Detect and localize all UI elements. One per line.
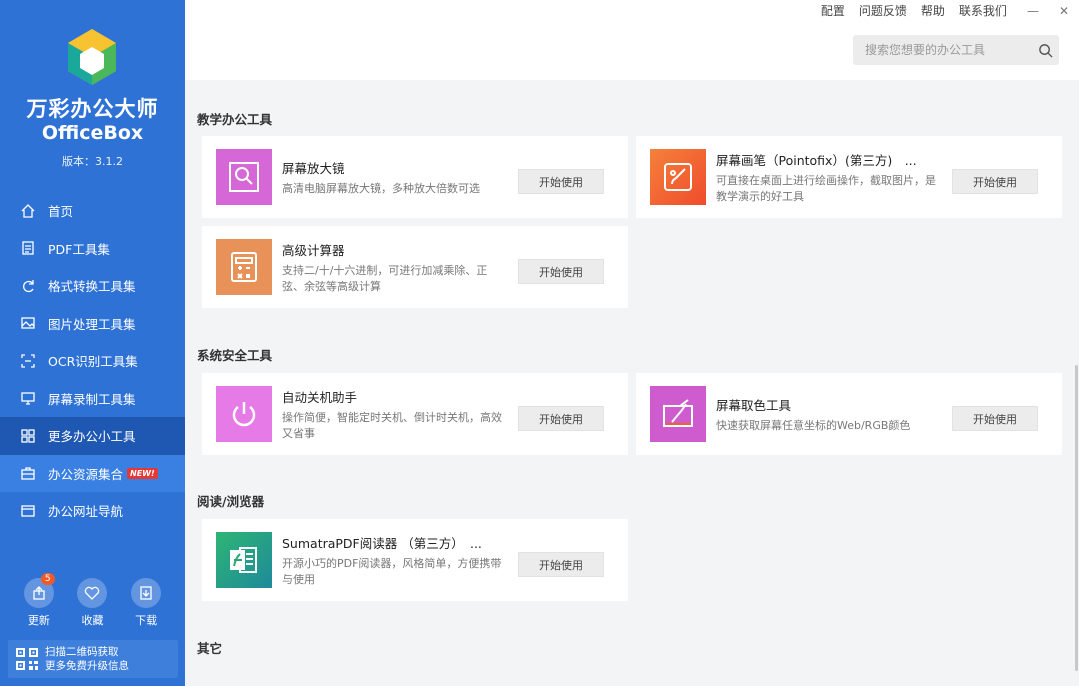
start-button[interactable]: 开始使用	[952, 406, 1038, 431]
monitor-icon	[20, 390, 36, 406]
sidebar-item-resources[interactable]: 办公资源集合 NEW!	[0, 454, 185, 492]
search-input[interactable]	[853, 43, 1031, 57]
pdf-reader-icon	[216, 532, 272, 588]
tool-card-color-picker[interactable]: 屏幕取色工具 快速获取屏幕任意坐标的Web/RGB颜色 开始使用	[636, 373, 1062, 455]
update-count-badge: 5	[40, 573, 55, 585]
download-button[interactable]: 下载	[126, 578, 166, 628]
section-title-other: 其它	[197, 641, 223, 656]
new-badge: NEW!	[127, 467, 158, 479]
sidebar-item-label: PDF工具集	[48, 241, 110, 257]
help-link[interactable]: 帮助	[921, 2, 945, 19]
pdf-icon	[20, 240, 36, 256]
sidebar-bottom-buttons: 5 更新 收藏 下载	[0, 573, 185, 628]
card-desc: 操作简便，智能定时关机、倒计时关机，高效又省事	[282, 410, 502, 440]
qr-promo-bar[interactable]: 扫描二维码获取 更多免费升级信息	[8, 640, 178, 678]
briefcase-icon	[20, 465, 36, 481]
top-bar: 配置 问题反馈 帮助 联系我们 — ✕	[185, 0, 1079, 80]
sidebar-item-pdf[interactable]: PDF工具集	[0, 230, 185, 268]
image-icon	[20, 315, 36, 331]
tool-card-shutdown[interactable]: 自动关机助手 操作简便，智能定时关机、倒计时关机，高效又省事 开始使用	[202, 373, 628, 455]
magnifier-icon	[216, 149, 272, 205]
power-icon	[216, 386, 272, 442]
app-name: 万彩办公大师	[26, 97, 159, 121]
close-button[interactable]: ✕	[1059, 4, 1069, 18]
update-label: 更新	[27, 614, 50, 627]
sidebar-item-label: 屏幕录制工具集	[48, 391, 136, 407]
update-button[interactable]: 5 更新	[19, 573, 59, 628]
sidebar: 万彩办公大师 OfficeBox 版本：3.1.2 首页 PDF工具集 格式转换…	[0, 0, 185, 686]
officebox-logo	[68, 29, 116, 85]
ocr-icon	[20, 353, 36, 369]
qr-line-2: 更多免费升级信息	[45, 660, 129, 672]
card-desc: 支持二/十/十六进制，可进行加减乘除、正弦、余弦等高级计算	[282, 263, 488, 293]
app-name-en: OfficeBox	[41, 122, 144, 144]
start-button[interactable]: 开始使用	[518, 406, 604, 431]
favorite-label: 收藏	[81, 614, 104, 627]
start-button[interactable]: 开始使用	[518, 259, 604, 284]
tool-card-magnifier[interactable]: 屏幕放大镜 高清电脑屏幕放大镜，多种放大倍数可选 开始使用	[202, 136, 628, 218]
sidebar-item-image[interactable]: 图片处理工具集	[0, 305, 185, 343]
sidebar-nav: 首页 PDF工具集 格式转换工具集 图片处理工具集 OCR识别工具集 屏幕录制工…	[0, 192, 185, 530]
tool-card-calculator[interactable]: 高级计算器 支持二/十/十六进制，可进行加减乘除、正弦、余弦等高级计算 开始使用	[202, 226, 628, 308]
download-label: 下载	[135, 614, 158, 627]
heart-icon	[77, 578, 108, 608]
minimize-button[interactable]: —	[1027, 4, 1039, 18]
eyedropper-icon	[650, 386, 706, 442]
section-title-teaching: 教学办公工具	[197, 112, 273, 127]
card-desc: 开源小巧的PDF阅读器，风格简单，方便携带与使用	[282, 556, 502, 586]
vertical-scrollbar[interactable]	[1075, 365, 1078, 671]
sidebar-item-label: OCR识别工具集	[48, 354, 138, 370]
start-button[interactable]: 开始使用	[518, 169, 604, 194]
qr-text: 扫描二维码获取 更多免费升级信息	[45, 645, 129, 673]
card-desc: 高清电脑屏幕放大镜，多种放大倍数可选	[282, 181, 480, 195]
card-title: 屏幕画笔（Pointofix）(第三方) ...	[716, 152, 917, 168]
sidebar-item-label: 办公网址导航	[48, 504, 124, 520]
browser-icon	[20, 503, 36, 519]
sidebar-item-record[interactable]: 屏幕录制工具集	[0, 380, 185, 418]
main-content: 教学办公工具 屏幕放大镜 高清电脑屏幕放大镜，多种放大倍数可选 开始使用 屏幕画…	[185, 80, 1079, 686]
calculator-icon	[216, 239, 272, 295]
card-title: 屏幕放大镜	[282, 160, 345, 176]
feedback-link[interactable]: 问题反馈	[859, 2, 907, 19]
sidebar-item-label: 图片处理工具集	[48, 316, 136, 332]
search-box	[853, 35, 1059, 65]
card-desc: 可直接在桌面上进行绘画操作，截取图片，是教学演示的好工具	[716, 173, 936, 203]
sidebar-item-home[interactable]: 首页	[0, 192, 185, 230]
section-title-security: 系统安全工具	[197, 348, 273, 363]
app-version: 版本：3.1.2	[62, 155, 123, 168]
paint-brush-icon	[650, 149, 706, 205]
sidebar-item-label: 首页	[48, 204, 74, 220]
qr-code-icon	[16, 648, 38, 670]
card-desc: 快速获取屏幕任意坐标的Web/RGB颜色	[716, 418, 911, 432]
sidebar-item-label: 更多办公小工具	[48, 429, 136, 445]
card-title: 自动关机助手	[282, 389, 358, 405]
card-title: 屏幕取色工具	[716, 397, 792, 413]
start-button[interactable]: 开始使用	[952, 169, 1038, 194]
contact-link[interactable]: 联系我们	[959, 2, 1007, 19]
sidebar-item-label: 办公资源集合	[48, 466, 124, 482]
section-title-reader: 阅读/浏览器	[197, 494, 265, 509]
home-icon	[20, 203, 36, 219]
tool-card-pointofix[interactable]: 屏幕画笔（Pointofix）(第三方) ... 可直接在桌面上进行绘画操作，截…	[636, 136, 1062, 218]
sidebar-item-nav-sites[interactable]: 办公网址导航	[0, 492, 185, 530]
sidebar-item-more-tools[interactable]: 更多办公小工具	[0, 417, 185, 455]
sidebar-item-convert[interactable]: 格式转换工具集	[0, 267, 185, 305]
window-controls: 配置 问题反馈 帮助 联系我们 — ✕	[807, 2, 1069, 19]
favorite-button[interactable]: 收藏	[72, 578, 112, 628]
qr-line-1: 扫描二维码获取	[45, 646, 119, 658]
download-icon	[131, 578, 162, 608]
tool-card-sumatrapdf[interactable]: SumatraPDF阅读器 （第三方） ... 开源小巧的PDF阅读器，风格简单…	[202, 519, 628, 601]
grid-icon	[20, 428, 36, 444]
card-title: 高级计算器	[282, 242, 345, 258]
convert-icon	[20, 278, 36, 294]
settings-link[interactable]: 配置	[821, 2, 845, 19]
sidebar-item-ocr[interactable]: OCR识别工具集	[0, 342, 185, 380]
start-button[interactable]: 开始使用	[518, 552, 604, 577]
sidebar-item-label: 格式转换工具集	[48, 279, 136, 295]
card-title: SumatraPDF阅读器 （第三方） ...	[282, 535, 482, 551]
search-icon[interactable]	[1031, 43, 1059, 58]
